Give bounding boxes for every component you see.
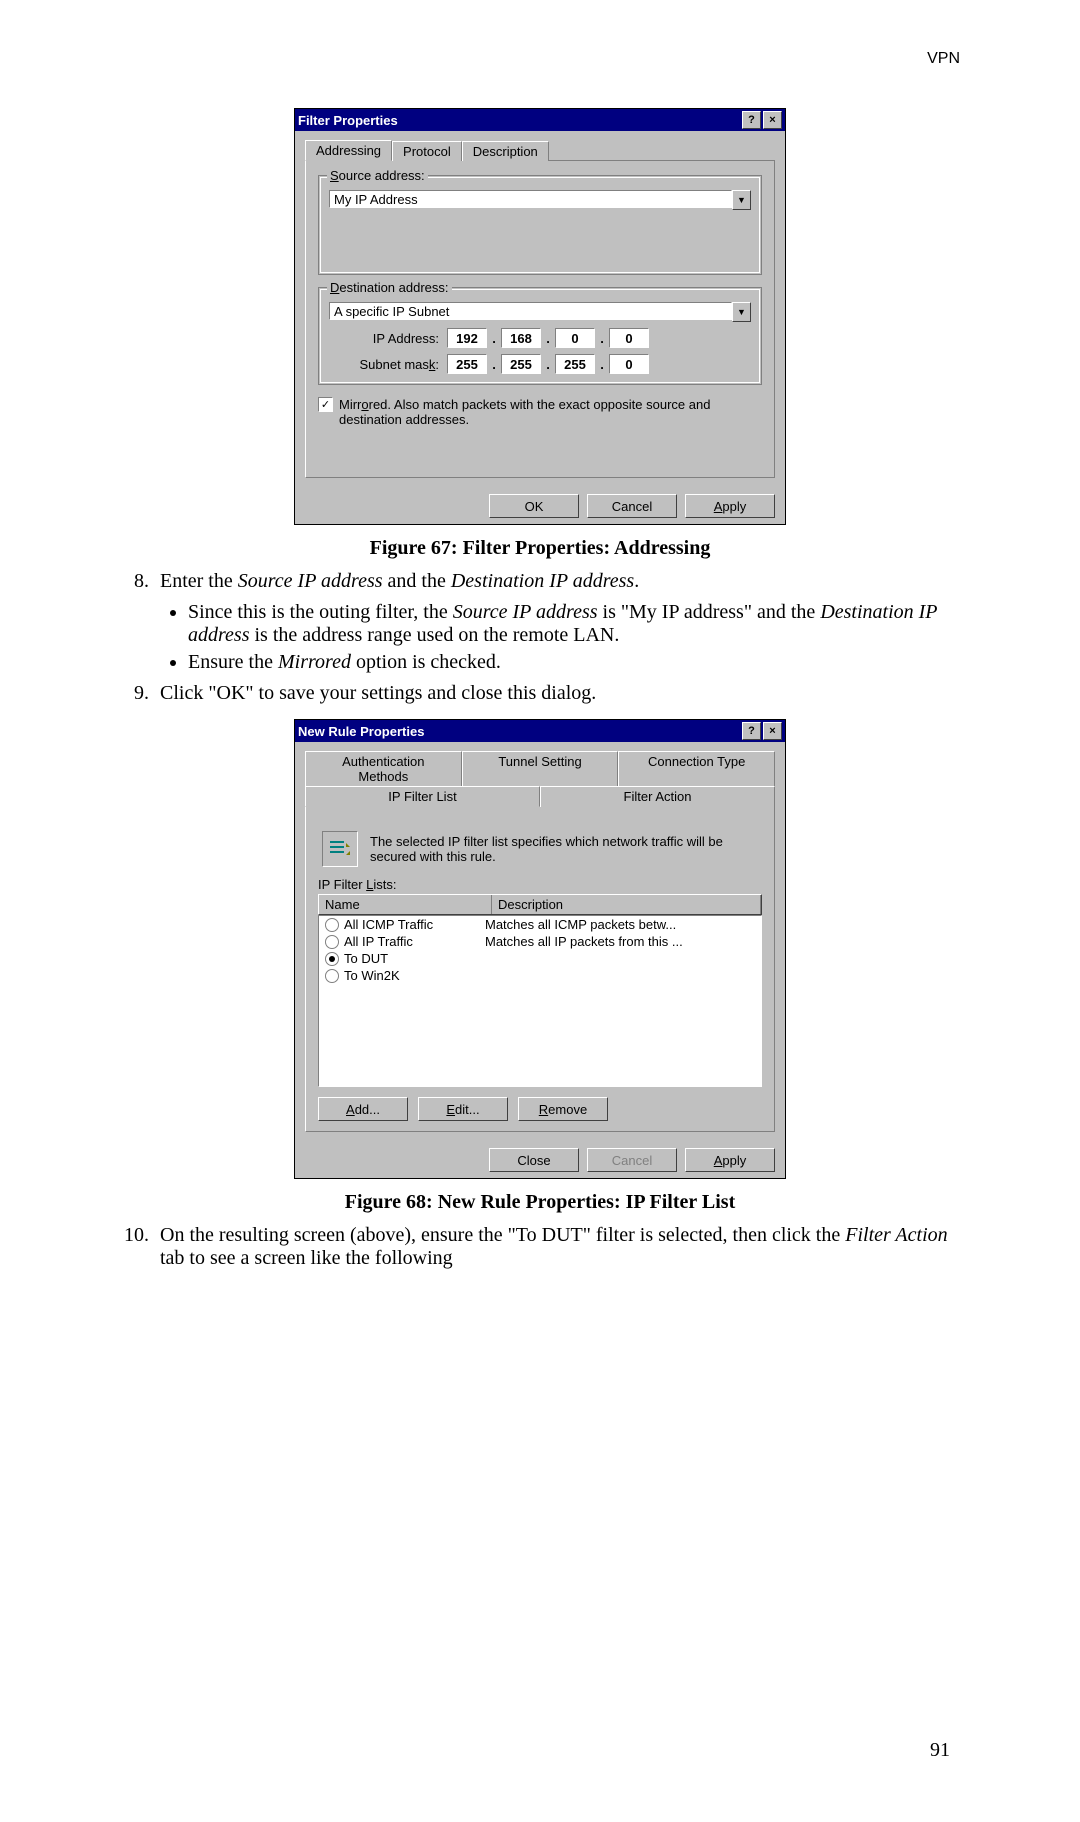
ip-octet[interactable]: 0 (609, 328, 649, 348)
close-button[interactable]: Close (489, 1148, 579, 1172)
cancel-button[interactable]: Cancel (587, 494, 677, 518)
mirrored-checkbox[interactable]: ✓ Mirrored. Also match packets with the … (318, 397, 762, 427)
tab-auth-methods[interactable]: Authentication Methods (305, 751, 462, 786)
source-address-group: Source address: My IP Address ▼ (318, 175, 762, 275)
figure68-caption: Figure 68: New Rule Properties: IP Filte… (120, 1191, 960, 1214)
cancel-button: Cancel (587, 1148, 677, 1172)
dialog-title: New Rule Properties (298, 724, 424, 739)
help-icon[interactable]: ? (742, 111, 761, 129)
tab-tunnel-setting[interactable]: Tunnel Setting (462, 751, 619, 786)
ip-address-label: IP Address: (329, 331, 439, 346)
mask-octet[interactable]: 255 (501, 354, 541, 374)
ip-octet[interactable]: 0 (555, 328, 595, 348)
tab-ip-filter-list[interactable]: IP Filter List (305, 786, 540, 807)
subnet-mask-label: Subnet mask: (329, 357, 439, 372)
dest-address-combo[interactable]: A specific IP Subnet ▼ (329, 302, 751, 322)
tab-strip: Addressing Protocol Description (305, 139, 775, 161)
ip-octet[interactable]: 168 (501, 328, 541, 348)
close-icon[interactable]: × (763, 111, 782, 129)
radio-icon[interactable] (325, 918, 339, 932)
dest-address-value: A specific IP Subnet (329, 302, 732, 320)
new-rule-properties-dialog: New Rule Properties ? × Authentication M… (294, 719, 786, 1179)
source-address-value: My IP Address (329, 190, 732, 208)
mirrored-label: Mirrored. Also match packets with the ex… (339, 397, 762, 427)
dest-address-group: Destination address: A specific IP Subne… (318, 287, 762, 385)
page-number: 91 (930, 1739, 950, 1762)
mask-octet[interactable]: 255 (447, 354, 487, 374)
page-header: VPN (120, 50, 960, 68)
subnet-mask-field[interactable]: 255. 255. 255. 0 (447, 354, 649, 374)
lists-label: IP Filter Lists: (318, 877, 762, 892)
titlebar: Filter Properties ? × (295, 109, 785, 131)
filter-list[interactable]: All ICMP TrafficMatches all ICMP packets… (318, 915, 762, 1087)
ip-octet[interactable]: 192 (447, 328, 487, 348)
apply-button[interactable]: Apply (685, 1148, 775, 1172)
remove-button[interactable]: Remove (518, 1097, 608, 1121)
filter-list-icon (322, 831, 358, 867)
checkbox-icon[interactable]: ✓ (318, 397, 333, 412)
dialog-title: Filter Properties (298, 113, 398, 128)
radio-icon[interactable] (325, 952, 339, 966)
tab-protocol[interactable]: Protocol (392, 141, 462, 161)
source-legend: Source address: (327, 168, 428, 183)
step-10: On the resulting screen (above), ensure … (154, 1224, 960, 1270)
step-9: Click "OK" to save your settings and clo… (154, 682, 960, 705)
dest-legend: Destination address: (327, 280, 452, 295)
edit-button[interactable]: Edit... (418, 1097, 508, 1121)
add-button[interactable]: Add... (318, 1097, 408, 1121)
bullet-1: Since this is the outing filter, the Sou… (188, 601, 960, 647)
help-icon[interactable]: ? (742, 722, 761, 740)
radio-icon[interactable] (325, 935, 339, 949)
ip-address-field[interactable]: 192. 168. 0. 0 (447, 328, 649, 348)
mask-octet[interactable]: 0 (609, 354, 649, 374)
list-item[interactable]: All IP TrafficMatches all IP packets fro… (319, 933, 761, 950)
apply-button[interactable]: Apply (685, 494, 775, 518)
titlebar: New Rule Properties ? × (295, 720, 785, 742)
chevron-down-icon[interactable]: ▼ (732, 190, 751, 210)
source-address-combo[interactable]: My IP Address ▼ (329, 190, 751, 210)
close-icon[interactable]: × (763, 722, 782, 740)
figure67-caption: Figure 67: Filter Properties: Addressing (120, 537, 960, 560)
mask-octet[interactable]: 255 (555, 354, 595, 374)
list-item[interactable]: All ICMP TrafficMatches all ICMP packets… (319, 916, 761, 933)
tab-filter-action[interactable]: Filter Action (540, 786, 775, 807)
col-name[interactable]: Name (319, 895, 492, 914)
list-header: Name Description (318, 894, 762, 915)
bullet-2: Ensure the Mirrored option is checked. (188, 651, 960, 674)
tab-addressing[interactable]: Addressing (305, 140, 392, 161)
tab-connection-type[interactable]: Connection Type (618, 751, 775, 786)
chevron-down-icon[interactable]: ▼ (732, 302, 751, 322)
ok-button[interactable]: OK (489, 494, 579, 518)
radio-icon[interactable] (325, 969, 339, 983)
info-text: The selected IP filter list specifies wh… (370, 834, 758, 864)
tab-description[interactable]: Description (462, 141, 549, 161)
filter-properties-dialog: Filter Properties ? × Addressing Protoco… (294, 108, 786, 525)
list-item[interactable]: To Win2K (319, 967, 761, 984)
col-description[interactable]: Description (492, 895, 761, 914)
list-item[interactable]: To DUT (319, 950, 761, 967)
step-8: Enter the Source IP address and the Dest… (154, 570, 960, 593)
